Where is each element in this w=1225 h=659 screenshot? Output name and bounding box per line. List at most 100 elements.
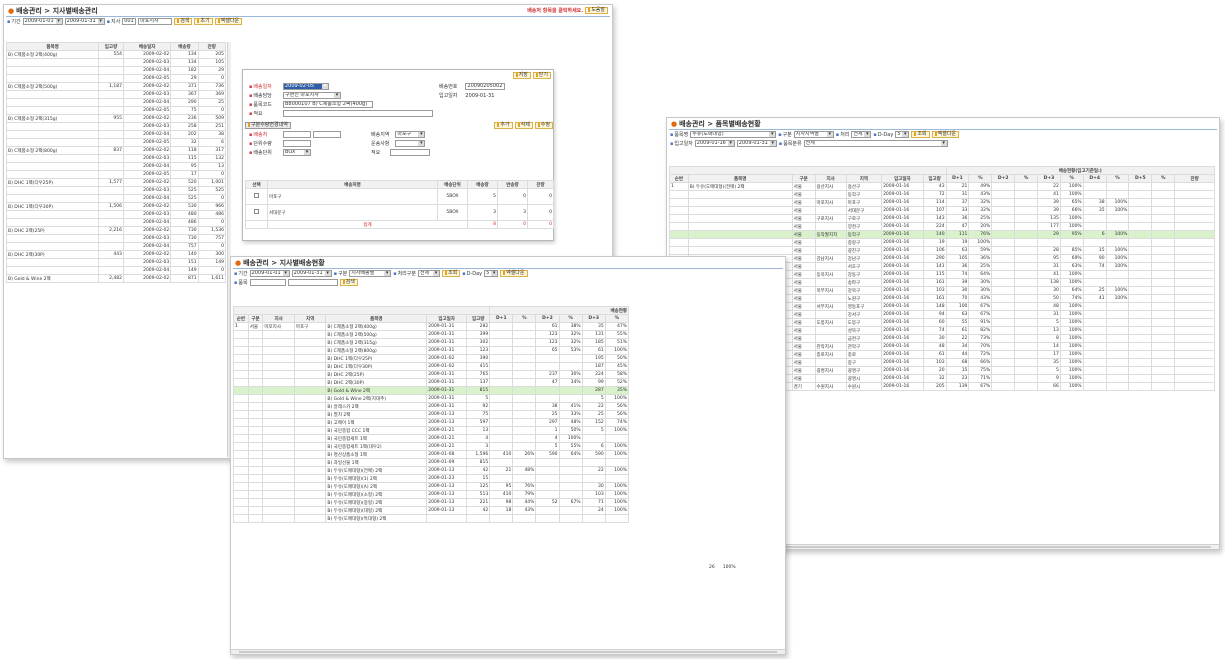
excel-download-button[interactable]: 엑셀다운 (214, 18, 242, 25)
close-button[interactable]: 닫기 (532, 72, 551, 79)
table-row[interactable]: B) 두유(도매대형)(소형) 2팩 2009-01-13 513 410 79% 103… (233, 490, 630, 499)
date-to-select[interactable]: 2009-01-31 (64, 18, 105, 25)
table-row[interactable]: B) C제품소형 2팩(500g) 2009-01-31 399 123 32% 131 5… (233, 330, 630, 339)
carrier-select[interactable] (395, 140, 426, 147)
region-select[interactable]: 마포구 (395, 131, 426, 138)
grid-row[interactable]: 서대문구 5BOX 3 3 0 (245, 204, 554, 221)
table-row[interactable]: B) C제품소형 2팩(500g) 1,187 2009-02-02 371 736 (5, 82, 227, 91)
table-row[interactable]: B) DHC 1팩(다우30P) 1,506 2009-02-02 530 966 (5, 202, 227, 211)
branch-code-input[interactable]: 001 (122, 18, 137, 25)
table-row[interactable]: B) DHC 2팩(30P) 2009-01-31 137 47 34% 99 52% (233, 378, 630, 387)
memo-input[interactable] (283, 110, 433, 117)
table-row[interactable]: B) C제품소형 2팩(800g) 837 2009-02-02 118 317 (5, 146, 227, 155)
table-row[interactable]: B) 국민종합세트 1팩(대우2) 2009-01-21 3 5 55% 6 100% (233, 442, 630, 451)
item-name-select[interactable]: 두유(도매대형) (690, 131, 777, 138)
row-checkbox[interactable] (254, 209, 259, 214)
unit-select[interactable]: BOX (283, 149, 311, 156)
table-row[interactable]: B) DHC 1팩(다우25P) 2009-01-02 390 195 50% (233, 354, 630, 363)
manager-select[interactable]: 구현진 마포지사 (283, 92, 341, 99)
search-button[interactable]: 검색 (174, 18, 193, 25)
shipto-name-input[interactable] (313, 131, 341, 138)
table-row[interactable]: 2009-02-05 29 0 (5, 74, 227, 83)
table-row[interactable]: 서울 서대문구 2009-01-16 107 33 32% 39 66% 35 100% (669, 206, 1215, 215)
table-row[interactable]: B) 국민종합세트 1팩 2009-01-21 4 4 100% (233, 434, 630, 443)
table-row[interactable]: B) 두유(도매대형)(1) 2팩 2009-01-23 15 (233, 474, 630, 483)
table-row[interactable]: 서울 구로지사 구로구 2009-01-16 143 36 25% 135 100% (669, 214, 1215, 223)
table-row[interactable]: 2009-02-03 367 369 (5, 90, 227, 99)
kind-select[interactable]: 지사지역별 (793, 131, 834, 138)
shipto-input[interactable] (283, 131, 311, 138)
table-row[interactable]: 서울 마포지사 마포구 2009-01-16 114 37 32% 39 65% 38 100% (669, 198, 1215, 207)
table-row[interactable]: B) 두유(도매대형)(중형) 2팩 2009-01-13 221 98 44% 52 67… (233, 498, 630, 507)
table-row[interactable]: B) Gold & Wine 2팩(지대추) 2009-01-31 5 5 100% (233, 394, 630, 403)
table-row[interactable]: B) C제품소형 2팩(315g) 955 2009-02-02 236 509 (5, 114, 227, 123)
table-row[interactable]: 2009-02-04 182 29 (5, 66, 227, 75)
table-row[interactable]: 2009-02-03 258 251 (5, 122, 227, 131)
table-row[interactable]: 2009-02-04 525 0 (5, 194, 227, 203)
table-row[interactable]: B) 알래스카 2팩 2009-01-31 92 38 41% 22 56% (233, 402, 630, 411)
item-code-input[interactable] (249, 279, 286, 286)
process-select[interactable]: 전체 (417, 270, 440, 277)
delete-button[interactable]: 삭제 (514, 122, 533, 129)
table-row[interactable]: B) Gold & Wine 2팩 2,482 2009-02-02 871 1,611 (5, 274, 227, 283)
table-row[interactable]: B) 두유(도매대형)(전매) 2팩 2009-01-13 42 21 48% 22 100… (233, 466, 630, 475)
table-row[interactable]: 2009-02-03 730 757 (5, 234, 227, 243)
table-row[interactable]: 2009-02-03 525 525 (5, 186, 227, 195)
table-row[interactable]: 2009-02-03 134 105 (5, 58, 227, 67)
table-row[interactable]: B) C제품소형 2팩(400g) 554 2009-02-02 134 205 (5, 50, 227, 59)
query-button[interactable]: 조회 (911, 131, 930, 138)
table-row[interactable]: 서울 양천구 2009-01-16 224 47 20% 177 100% (669, 222, 1215, 231)
save-button[interactable]: 저장 (512, 72, 531, 79)
table-row[interactable]: 서울 중랑구 2009-01-16 19 19 100% (669, 238, 1215, 247)
memo2-input[interactable] (390, 149, 431, 156)
table-row[interactable]: 2009-02-05 32 6 (5, 138, 227, 147)
table-row[interactable]: B) C제품소형 2팩(315g) 2009-01-31 302 123 32% 185 5… (233, 338, 630, 347)
dday-select[interactable]: 5 (895, 131, 910, 138)
table-row[interactable]: B) DHC 2팩(25P) 2,216 2009-02-02 730 1,536 (5, 226, 227, 235)
quantity-change-history-tab[interactable]: 구분수량변경내역 (245, 122, 291, 129)
table-row[interactable]: B) Gold & Wine 2팩 2009-01-31 815 287 35% (233, 386, 630, 395)
table-row[interactable]: B) DHC 1팩(다우30P) 2009-01-02 415 187 45% (233, 362, 630, 371)
query-button[interactable]: 조회 (441, 270, 461, 277)
table-row[interactable]: 1 서울 마포지사 마포구 B) C제품소형 2팩(400g) 2009-01-31 282… (233, 322, 630, 331)
table-row[interactable]: B) 멸치 2팩 2009-01-13 75 25 33% 25 56% (233, 410, 630, 419)
table-row[interactable]: B) 국민종합 CCC 1팩 2009-01-21 13 1 50% 5 100% (233, 426, 630, 435)
table-row[interactable]: 2009-02-05 75 0 (5, 106, 227, 115)
table-row[interactable]: 2009-02-04 290 25 (5, 98, 227, 107)
date-from-select[interactable]: 2009-01-16 (694, 140, 735, 147)
table-row[interactable]: B) 두유(도매대형)(대형) 2팩 2009-01-13 42 18 43% 24 100… (233, 506, 630, 515)
help-button[interactable]: 도움말 (585, 7, 608, 14)
status-select[interactable]: 전체 (851, 131, 872, 138)
add-button[interactable]: 추가 (494, 122, 513, 129)
table-row[interactable]: 2009-02-03 151 149 (5, 258, 227, 267)
table-row[interactable]: 2009-02-04 95 13 (5, 162, 227, 171)
table-row[interactable]: 2009-02-04 757 0 (5, 242, 227, 251)
modify-button[interactable]: 수정 (534, 122, 553, 129)
reset-button[interactable]: 초기 (194, 18, 213, 25)
branch-name-input[interactable]: 마포지사 (138, 18, 173, 25)
table-row[interactable]: 서울 광진구 2009-01-16 106 63 59% 28 85% 15 100% (669, 246, 1215, 255)
table-row[interactable]: B) DHC 2팩(30P) 443 2009-02-02 140 300 (5, 250, 227, 259)
kind-select[interactable]: 지사배송별 (349, 270, 392, 277)
date-to-select[interactable]: 2009-01-31 (291, 270, 332, 277)
table-row[interactable]: B) 두유(도매대형)(특대형) 2팩 (233, 514, 630, 523)
date-to-select[interactable]: 2009-01-31 (736, 140, 777, 147)
table-row[interactable]: 2009-02-05 17 0 (5, 170, 227, 179)
table-row[interactable]: 2009-02-04 149 0 (5, 266, 227, 275)
table-row[interactable]: B) 고메이 1팩 2009-01-13 597 297 48% 152 74% (233, 418, 630, 427)
table-row[interactable]: B) 과일선물 1팩 2009-01-09 815 (233, 458, 630, 467)
table-row[interactable]: B) DHC 1팩(다우25P) 1,577 2009-02-02 520 1,001 (5, 178, 227, 187)
table-row[interactable]: B) 명산상품소형 1팩 2009-01-08 1,596 410 26% 590 64% 5… (233, 450, 630, 459)
excel-download-button[interactable]: 엑셀다운 (500, 270, 528, 277)
table-row[interactable]: 2009-02-04 486 0 (5, 218, 227, 227)
table-row[interactable]: 서울 동작구 2009-01-16 72 31 43% 41 100% (669, 190, 1215, 199)
row-checkbox[interactable] (254, 193, 259, 198)
dday-select[interactable]: 5 (484, 270, 499, 277)
table-row[interactable]: 2009-02-03 480 486 (5, 210, 227, 219)
grid-row[interactable]: 마포구 5BOX 5 0 0 (245, 188, 554, 205)
item-name-input[interactable] (287, 279, 338, 286)
table-row[interactable]: 2009-02-03 115 132 (5, 154, 227, 163)
search-button[interactable]: 검색 (339, 279, 358, 286)
excel-download-button[interactable]: 엑셀다운 (931, 131, 959, 138)
horizontal-scrollbar[interactable] (231, 649, 785, 654)
